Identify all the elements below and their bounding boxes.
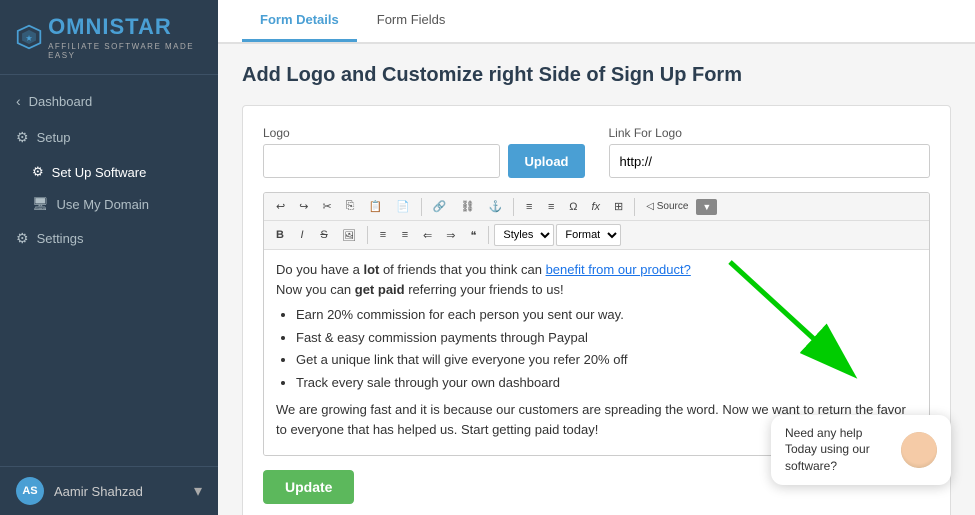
toolbar-styles-select[interactable]: Styles — [494, 224, 554, 246]
toolbar-blockquote[interactable]: ❝ — [463, 226, 483, 245]
toolbar-redo[interactable]: ↪ — [293, 197, 314, 216]
tab-form-details[interactable]: Form Details — [242, 0, 357, 42]
toolbar-indent-inc[interactable]: ⇒ — [440, 226, 461, 245]
toolbar-separator3 — [634, 198, 635, 216]
upload-button[interactable]: Upload — [508, 144, 584, 178]
svg-text:★: ★ — [26, 34, 33, 42]
toolbar-separator5 — [488, 226, 489, 244]
logo-link-row: Logo Upload Link For Logo — [263, 126, 930, 178]
toolbar-format-select[interactable]: Format — [556, 224, 621, 246]
sidebar-item-label: Setup — [37, 130, 71, 145]
toolbar-image[interactable]: 🖼 — [336, 226, 362, 245]
logo-input-row: Upload — [263, 144, 585, 178]
chevron-left-icon: ‹ — [16, 93, 21, 109]
editor-bullet4: Track every sale through your own dashbo… — [296, 373, 917, 393]
toolbar-align-left[interactable]: ≡ — [519, 198, 539, 216]
toolbar-omega[interactable]: Ω — [563, 198, 583, 216]
toolbar-italic[interactable]: I — [292, 226, 312, 244]
settings-icon: ⚙ — [16, 230, 29, 247]
cog-icon: ⚙ — [32, 164, 44, 180]
chat-avatar — [901, 432, 937, 468]
sidebar-navigation: ‹ Dashboard ⚙ Setup ⚙ Set Up Software 🖥 … — [0, 75, 218, 466]
toolbar-unlink[interactable]: ⛓ — [455, 197, 481, 216]
logo-group: Logo Upload — [263, 126, 585, 178]
editor-bullet3: Get a unique link that will give everyon… — [296, 350, 917, 370]
sidebar-sub-item-label: Set Up Software — [52, 165, 147, 180]
toolbar-separator4 — [367, 226, 368, 244]
sidebar: ★ OMNISTAR AFFILIATE SOFTWARE MADE EASY … — [0, 0, 218, 515]
update-button[interactable]: Update — [263, 470, 354, 504]
monitor-icon: 🖥 — [32, 196, 49, 212]
toolbar-paste[interactable]: 📋 — [362, 197, 388, 216]
toolbar-align-center[interactable]: ≡ — [541, 198, 561, 216]
chevron-down-icon: ▾ — [194, 481, 202, 501]
link-group: Link For Logo — [609, 126, 931, 178]
sidebar-item-setup[interactable]: ⚙ Setup — [0, 119, 218, 156]
editor-bullet1: Earn 20% commission for each person you … — [296, 305, 917, 325]
sidebar-item-dashboard[interactable]: ‹ Dashboard — [0, 83, 218, 119]
toolbar-fx[interactable]: fx — [585, 198, 606, 216]
brand-name: OMNISTAR — [48, 14, 202, 40]
editor-list: Earn 20% commission for each person you … — [276, 305, 917, 392]
toolbar-bold[interactable]: B — [270, 226, 290, 244]
toolbar-link[interactable]: 🔗 — [427, 197, 453, 216]
brand-tagline: AFFILIATE SOFTWARE MADE EASY — [48, 42, 202, 60]
chat-bubble[interactable]: Need any help Today using our software? — [771, 415, 951, 485]
toolbar-strikethrough[interactable]: S — [314, 226, 334, 244]
sidebar-item-label: Dashboard — [29, 94, 93, 109]
avatar-face — [901, 432, 937, 468]
toolbar-paste-text[interactable]: 📄 — [390, 197, 416, 216]
sidebar-item-label: Settings — [37, 231, 84, 246]
tab-bar: Form Details Form Fields — [218, 0, 975, 44]
logo-icon: ★ — [16, 22, 42, 52]
toolbar-copy[interactable]: ⎘ — [340, 197, 361, 216]
link-input[interactable] — [609, 144, 931, 178]
user-name: Aamir Shahzad — [54, 484, 143, 499]
toolbar-anchor[interactable]: ⚓ — [483, 197, 509, 216]
avatar: AS — [16, 477, 44, 505]
chat-message: Need any help Today using our software? — [785, 425, 891, 475]
user-footer[interactable]: AS Aamir Shahzad ▾ — [0, 466, 218, 515]
toolbar-unordered-list[interactable]: ≡ — [373, 226, 393, 244]
sidebar-sub-item-label: Use My Domain — [57, 197, 149, 212]
sidebar-item-set-up-software[interactable]: ⚙ Set Up Software — [0, 156, 218, 188]
sidebar-item-settings[interactable]: ⚙ Settings — [0, 220, 218, 257]
link-label: Link For Logo — [609, 126, 931, 140]
toolbar-table[interactable]: ⊞ — [608, 197, 629, 216]
toolbar-ordered-list[interactable]: ≡ — [395, 226, 415, 244]
toolbar-separator — [421, 198, 422, 216]
tab-form-fields[interactable]: Form Fields — [359, 0, 464, 42]
toolbar-source[interactable]: ◁ Source — [640, 198, 694, 215]
logo-area: ★ OMNISTAR AFFILIATE SOFTWARE MADE EASY — [0, 0, 218, 75]
page-title: Add Logo and Customize right Side of Sig… — [242, 64, 951, 87]
gear-icon: ⚙ — [16, 129, 29, 146]
toolbar-row2: B I S 🖼 ≡ ≡ ⇐ ⇒ ❝ Styles — [264, 221, 929, 250]
logo-label: Logo — [263, 126, 585, 140]
toolbar-row1: ↩ ↪ ✂ ⎘ 📋 📄 🔗 ⛓ ⚓ ≡ ≡ Ω fx — [264, 193, 929, 221]
toolbar-cut[interactable]: ✂ — [316, 197, 337, 216]
editor-bullet2: Fast & easy commission payments through … — [296, 328, 917, 348]
toolbar-undo[interactable]: ↩ — [270, 197, 291, 216]
toolbar-separator2 — [513, 198, 514, 216]
editor-line1: Do you have a lot of friends that you th… — [276, 260, 917, 299]
logo-input[interactable] — [263, 144, 500, 178]
toolbar-indent-dec[interactable]: ⇐ — [417, 226, 438, 245]
toolbar-dropdown-arrow[interactable]: ▼ — [696, 199, 717, 215]
sidebar-item-use-my-domain[interactable]: 🖥 Use My Domain — [0, 188, 218, 220]
